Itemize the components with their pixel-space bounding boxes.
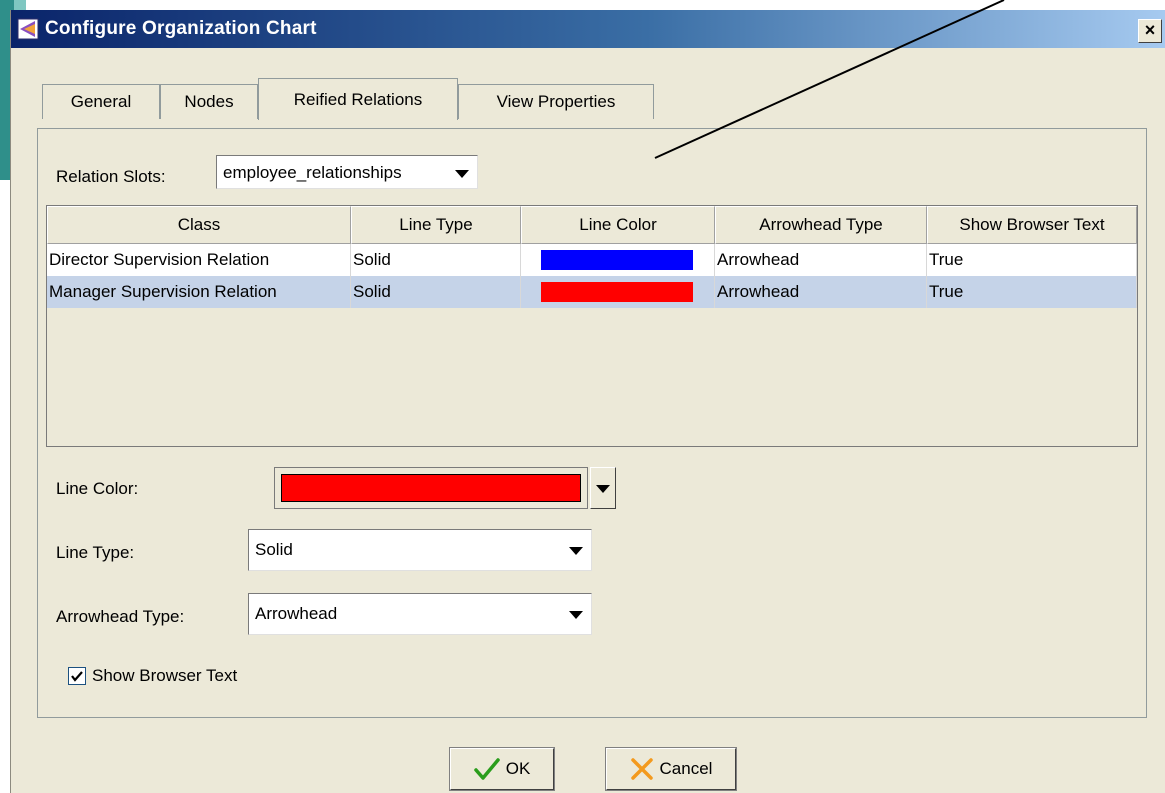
tab-reified-relations[interactable]: Reified Relations — [258, 78, 458, 120]
annotation-arrow-line — [654, 0, 1005, 159]
